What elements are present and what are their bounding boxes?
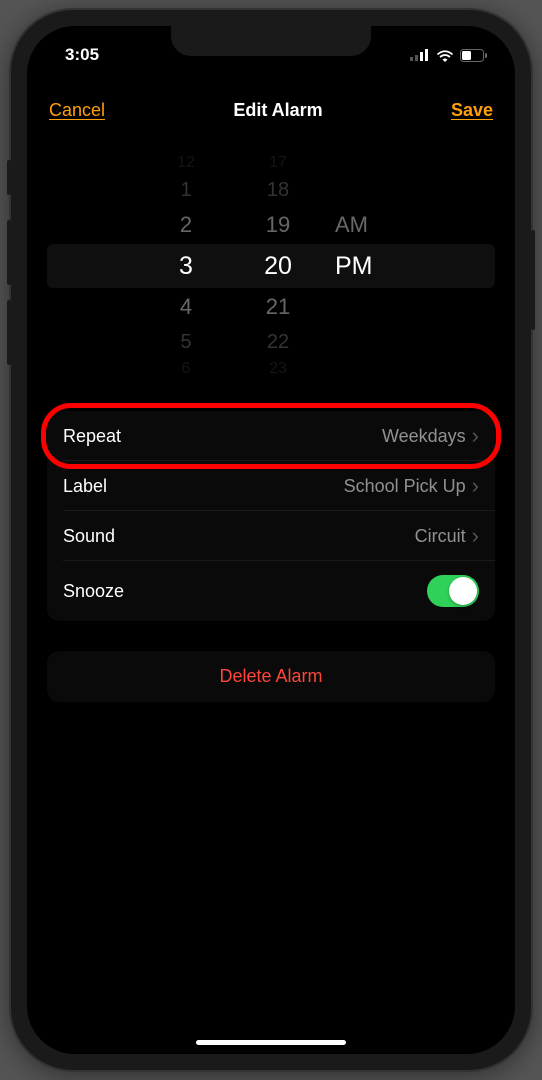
row-value: Circuit bbox=[415, 526, 466, 547]
side-button bbox=[7, 220, 11, 285]
delete-alarm-button[interactable]: Delete Alarm bbox=[47, 651, 495, 702]
cancel-button[interactable]: Cancel bbox=[49, 100, 105, 121]
picker-item[interactable]: 6 bbox=[182, 358, 191, 380]
minute-column[interactable]: 17 18 19 20 21 22 23 bbox=[243, 152, 313, 380]
sound-row[interactable]: Sound Circuit › bbox=[47, 511, 495, 561]
side-button bbox=[7, 300, 11, 365]
picker-item[interactable]: 17 bbox=[269, 152, 287, 174]
chevron-right-icon: › bbox=[472, 525, 479, 547]
picker-item-selected[interactable]: PM bbox=[335, 244, 373, 288]
delete-label: Delete Alarm bbox=[219, 666, 322, 686]
repeat-row[interactable]: Repeat Weekdays › bbox=[47, 411, 495, 461]
picker-item-selected[interactable]: 3 bbox=[179, 244, 193, 288]
status-icons bbox=[410, 49, 487, 62]
picker-item[interactable]: 12 bbox=[177, 152, 195, 174]
picker-item[interactable]: 1 bbox=[180, 174, 191, 206]
ampm-column[interactable]: AM PM . bbox=[335, 206, 391, 326]
row-value: Weekdays bbox=[382, 426, 466, 447]
snooze-row: Snooze bbox=[47, 561, 495, 621]
chevron-right-icon: › bbox=[472, 475, 479, 497]
row-label: Snooze bbox=[63, 581, 124, 602]
picker-item[interactable]: 21 bbox=[266, 288, 290, 326]
side-button bbox=[531, 230, 535, 330]
phone-frame: 3:05 bbox=[11, 10, 531, 1070]
page-title: Edit Alarm bbox=[233, 100, 322, 121]
row-label: Sound bbox=[63, 526, 115, 547]
wifi-icon bbox=[436, 49, 454, 62]
nav-bar: Cancel Edit Alarm Save bbox=[27, 70, 515, 141]
picker-item[interactable]: 4 bbox=[180, 288, 192, 326]
battery-icon bbox=[460, 49, 487, 62]
cellular-icon bbox=[410, 49, 430, 61]
status-time: 3:05 bbox=[65, 45, 99, 65]
chevron-right-icon: › bbox=[472, 425, 479, 447]
side-button bbox=[7, 160, 11, 195]
picker-item[interactable]: 19 bbox=[266, 206, 290, 244]
picker-item[interactable]: 23 bbox=[269, 358, 287, 380]
picker-item[interactable]: 2 bbox=[180, 206, 192, 244]
notch bbox=[171, 26, 371, 56]
picker-item[interactable]: 18 bbox=[267, 174, 289, 206]
picker-item[interactable]: 22 bbox=[267, 326, 289, 358]
snooze-toggle[interactable] bbox=[427, 575, 479, 607]
home-indicator[interactable] bbox=[196, 1040, 346, 1045]
row-label: Label bbox=[63, 476, 107, 497]
hour-column[interactable]: 12 1 2 3 4 5 6 bbox=[151, 152, 221, 380]
picker-item[interactable]: 5 bbox=[180, 326, 191, 358]
row-value: School Pick Up bbox=[344, 476, 466, 497]
picker-item-selected[interactable]: 20 bbox=[264, 244, 292, 288]
toggle-knob bbox=[449, 577, 477, 605]
label-row[interactable]: Label School Pick Up › bbox=[47, 461, 495, 511]
save-button[interactable]: Save bbox=[451, 100, 493, 121]
time-picker[interactable]: 12 1 2 3 4 5 6 17 18 19 20 21 22 23 bbox=[47, 151, 495, 381]
screen: 3:05 bbox=[27, 26, 515, 1054]
row-label: Repeat bbox=[63, 426, 121, 447]
picker-item[interactable]: AM bbox=[335, 206, 368, 244]
settings-list: Repeat Weekdays › Label School Pick Up ›… bbox=[47, 411, 495, 621]
